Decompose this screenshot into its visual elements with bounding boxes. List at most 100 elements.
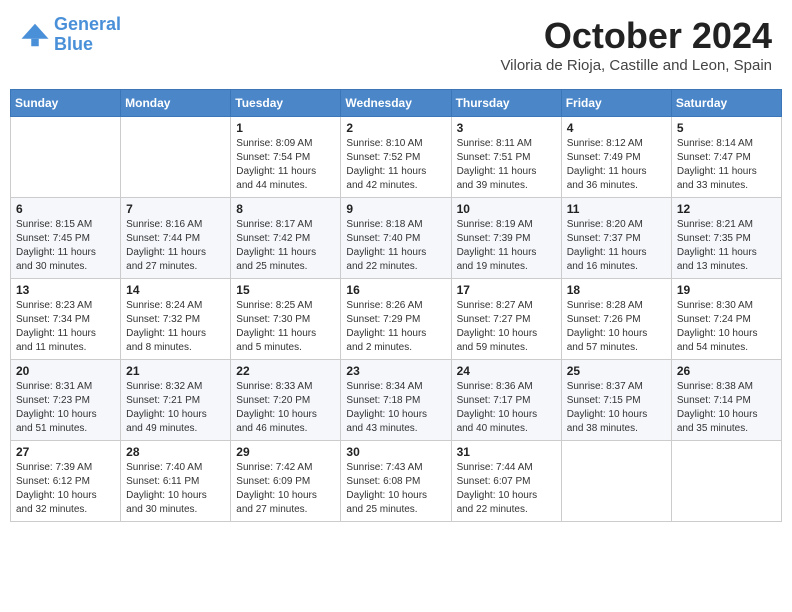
calendar-cell <box>121 117 231 198</box>
day-number: 15 <box>236 283 335 297</box>
calendar-cell: 11Sunrise: 8:20 AM Sunset: 7:37 PM Dayli… <box>561 198 671 279</box>
calendar-cell: 7Sunrise: 8:16 AM Sunset: 7:44 PM Daylig… <box>121 198 231 279</box>
day-info: Sunrise: 8:10 AM Sunset: 7:52 PM Dayligh… <box>346 137 445 193</box>
day-of-week-header: Tuesday <box>231 90 341 117</box>
day-of-week-header: Monday <box>121 90 231 117</box>
calendar-cell: 29 Sunrise: 7:42 AM Sunset: 6:09 PM Dayli… <box>231 441 341 522</box>
calendar-cell: 21Sunrise: 8:32 AM Sunset: 7:21 PM Dayli… <box>121 360 231 441</box>
calendar-cell: 14 Sunrise: 8:24 AM Sunset: 7:32 PM Dayli… <box>121 279 231 360</box>
day-info: Sunrise: 8:24 AM Sunset: 7:32 PM Dayligh… <box>126 299 225 355</box>
day-number: 27 <box>16 445 115 459</box>
day-number: 11 <box>567 202 666 216</box>
day-info: Sunrise: 8:34 AM Sunset: 7:18 PM Dayligh… <box>346 380 445 436</box>
day-info: Sunrise: 8:37 AM Sunset: 7:15 PM Dayligh… <box>567 380 666 436</box>
day-number: 12 <box>677 202 776 216</box>
day-info: Sunrise: 7:44 AM Sunset: 6:07 PM Dayligh… <box>457 461 556 517</box>
day-number: 4 <box>567 121 666 135</box>
day-number: 25 <box>567 364 666 378</box>
calendar-cell: 13Sunrise: 8:23 AM Sunset: 7:34 PM Dayli… <box>11 279 121 360</box>
day-number: 16 <box>346 283 445 297</box>
day-info: Sunrise: 8:09 AM Sunset: 7:54 PM Dayligh… <box>236 137 335 193</box>
day-info: Sunrise: 8:33 AM Sunset: 7:20 PM Dayligh… <box>236 380 335 436</box>
day-info: Sunrise: 8:23 AM Sunset: 7:34 PM Dayligh… <box>16 299 115 355</box>
calendar-cell: 30 Sunrise: 7:43 AM Sunset: 6:08 PM Dayli… <box>341 441 451 522</box>
logo-text: General Blue <box>54 15 121 55</box>
day-of-week-header: Saturday <box>671 90 781 117</box>
day-info: Sunrise: 8:26 AM Sunset: 7:29 PM Dayligh… <box>346 299 445 355</box>
day-info: Sunrise: 8:38 AM Sunset: 7:14 PM Dayligh… <box>677 380 776 436</box>
day-info: Sunrise: 8:11 AM Sunset: 7:51 PM Dayligh… <box>457 137 556 193</box>
calendar-cell: 31 Sunrise: 7:44 AM Sunset: 6:07 PM Dayli… <box>451 441 561 522</box>
day-info: Sunrise: 8:25 AM Sunset: 7:30 PM Dayligh… <box>236 299 335 355</box>
day-number: 6 <box>16 202 115 216</box>
day-number: 30 <box>346 445 445 459</box>
day-of-week-header: Friday <box>561 90 671 117</box>
day-number: 1 <box>236 121 335 135</box>
calendar-cell: 12 Sunrise: 8:21 AM Sunset: 7:35 PM Dayli… <box>671 198 781 279</box>
day-number: 8 <box>236 202 335 216</box>
calendar-cell: 26Sunrise: 8:38 AM Sunset: 7:14 PM Dayli… <box>671 360 781 441</box>
logo-icon <box>20 20 50 50</box>
day-number: 22 <box>236 364 335 378</box>
calendar-week-row: 20Sunrise: 8:31 AM Sunset: 7:23 PM Dayli… <box>11 360 782 441</box>
calendar-cell: 18Sunrise: 8:28 AM Sunset: 7:26 PM Dayli… <box>561 279 671 360</box>
day-number: 24 <box>457 364 556 378</box>
day-number: 31 <box>457 445 556 459</box>
day-info: Sunrise: 7:43 AM Sunset: 6:08 PM Dayligh… <box>346 461 445 517</box>
calendar-body: 1 Sunrise: 8:09 AM Sunset: 7:54 PM Daylig… <box>11 117 782 522</box>
day-info: Sunrise: 8:30 AM Sunset: 7:24 PM Dayligh… <box>677 299 776 355</box>
calendar-cell <box>671 441 781 522</box>
day-number: 29 <box>236 445 335 459</box>
day-number: 18 <box>567 283 666 297</box>
calendar-week-row: 6 Sunrise: 8:15 AM Sunset: 7:45 PM Daylig… <box>11 198 782 279</box>
day-of-week-header: Wednesday <box>341 90 451 117</box>
calendar-cell: 25 Sunrise: 8:37 AM Sunset: 7:15 PM Dayli… <box>561 360 671 441</box>
calendar-cell: 17Sunrise: 8:27 AM Sunset: 7:27 PM Dayli… <box>451 279 561 360</box>
location-subtitle: Viloria de Rioja, Castille and Leon, Spa… <box>500 57 772 74</box>
day-info: Sunrise: 8:36 AM Sunset: 7:17 PM Dayligh… <box>457 380 556 436</box>
day-info: Sunrise: 7:42 AM Sunset: 6:09 PM Dayligh… <box>236 461 335 517</box>
calendar-cell: 3Sunrise: 8:11 AM Sunset: 7:51 PM Daylig… <box>451 117 561 198</box>
calendar-week-row: 27Sunrise: 7:39 AM Sunset: 6:12 PM Dayli… <box>11 441 782 522</box>
calendar-cell: 9 Sunrise: 8:18 AM Sunset: 7:40 PM Daylig… <box>341 198 451 279</box>
calendar-cell: 4 Sunrise: 8:12 AM Sunset: 7:49 PM Daylig… <box>561 117 671 198</box>
month-title: October 2024 <box>500 15 772 57</box>
day-number: 23 <box>346 364 445 378</box>
day-info: Sunrise: 8:17 AM Sunset: 7:42 PM Dayligh… <box>236 218 335 274</box>
day-number: 28 <box>126 445 225 459</box>
day-info: Sunrise: 7:40 AM Sunset: 6:11 PM Dayligh… <box>126 461 225 517</box>
day-info: Sunrise: 8:32 AM Sunset: 7:21 PM Dayligh… <box>126 380 225 436</box>
calendar-cell: 2 Sunrise: 8:10 AM Sunset: 7:52 PM Daylig… <box>341 117 451 198</box>
day-info: Sunrise: 8:14 AM Sunset: 7:47 PM Dayligh… <box>677 137 776 193</box>
day-of-week-header: Thursday <box>451 90 561 117</box>
logo-line1: General <box>54 14 121 34</box>
day-info: Sunrise: 8:16 AM Sunset: 7:44 PM Dayligh… <box>126 218 225 274</box>
day-info: Sunrise: 8:12 AM Sunset: 7:49 PM Dayligh… <box>567 137 666 193</box>
calendar-cell: 1 Sunrise: 8:09 AM Sunset: 7:54 PM Daylig… <box>231 117 341 198</box>
calendar-header-row: SundayMondayTuesdayWednesdayThursdayFrid… <box>11 90 782 117</box>
calendar-cell: 15 Sunrise: 8:25 AM Sunset: 7:30 PM Dayli… <box>231 279 341 360</box>
calendar-cell: 6 Sunrise: 8:15 AM Sunset: 7:45 PM Daylig… <box>11 198 121 279</box>
day-info: Sunrise: 8:18 AM Sunset: 7:40 PM Dayligh… <box>346 218 445 274</box>
day-number: 14 <box>126 283 225 297</box>
day-info: Sunrise: 8:15 AM Sunset: 7:45 PM Dayligh… <box>16 218 115 274</box>
calendar-cell: 27Sunrise: 7:39 AM Sunset: 6:12 PM Dayli… <box>11 441 121 522</box>
day-info: Sunrise: 8:21 AM Sunset: 7:35 PM Dayligh… <box>677 218 776 274</box>
day-number: 2 <box>346 121 445 135</box>
day-number: 5 <box>677 121 776 135</box>
calendar-week-row: 1 Sunrise: 8:09 AM Sunset: 7:54 PM Daylig… <box>11 117 782 198</box>
calendar-cell <box>11 117 121 198</box>
calendar-cell <box>561 441 671 522</box>
calendar-cell: 20Sunrise: 8:31 AM Sunset: 7:23 PM Dayli… <box>11 360 121 441</box>
day-number: 19 <box>677 283 776 297</box>
calendar-cell: 23 Sunrise: 8:34 AM Sunset: 7:18 PM Dayli… <box>341 360 451 441</box>
calendar-week-row: 13Sunrise: 8:23 AM Sunset: 7:34 PM Dayli… <box>11 279 782 360</box>
day-number: 9 <box>346 202 445 216</box>
logo: General Blue <box>20 15 121 55</box>
calendar-cell: 8 Sunrise: 8:17 AM Sunset: 7:42 PM Daylig… <box>231 198 341 279</box>
calendar-cell: 5 Sunrise: 8:14 AM Sunset: 7:47 PM Daylig… <box>671 117 781 198</box>
calendar-cell: 10Sunrise: 8:19 AM Sunset: 7:39 PM Dayli… <box>451 198 561 279</box>
calendar-table: SundayMondayTuesdayWednesdayThursdayFrid… <box>10 89 782 522</box>
day-info: Sunrise: 8:31 AM Sunset: 7:23 PM Dayligh… <box>16 380 115 436</box>
day-of-week-header: Sunday <box>11 90 121 117</box>
